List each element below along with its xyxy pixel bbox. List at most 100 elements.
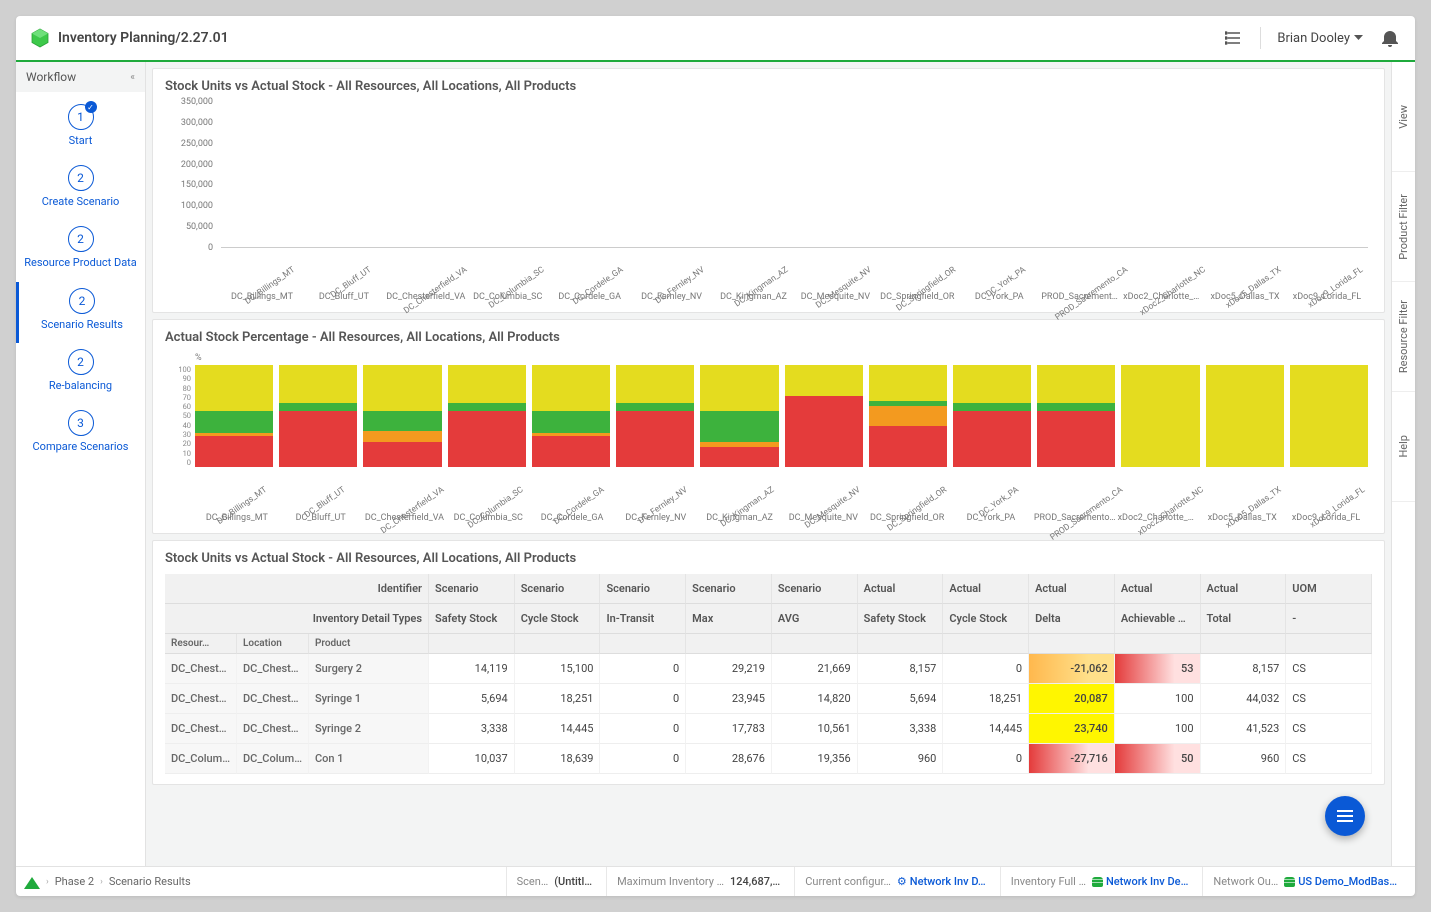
bar-group[interactable]: DC_Chesterfield_VA: [385, 102, 467, 247]
tbl-col-group[interactable]: Actual: [1029, 574, 1115, 604]
rail-help[interactable]: Help: [1392, 392, 1415, 502]
bar-group[interactable]: DC_Bluff_UT: [303, 102, 385, 247]
tbl-col-sub[interactable]: -: [1286, 604, 1372, 634]
bar-group[interactable]: xDoc2_Charlotte_NC: [1122, 102, 1204, 247]
cell-value[interactable]: 19,356: [772, 744, 858, 774]
tbl-col-group[interactable]: Scenario: [686, 574, 772, 604]
cell-value[interactable]: 0: [600, 714, 686, 744]
tbl-col-sub[interactable]: Safety Stock: [429, 604, 515, 634]
bar-group[interactable]: PROD_Sacremento_CA: [1040, 102, 1122, 247]
stacked-bar[interactable]: xDoc9_Lorida_FL: [1290, 365, 1368, 467]
cell-resource[interactable]: DC_Chest…: [165, 654, 237, 684]
cell-value[interactable]: 44,032: [1201, 684, 1287, 714]
cell-value[interactable]: 10,561: [772, 714, 858, 744]
bar-group[interactable]: DC_Cordele_GA: [549, 102, 631, 247]
cell-value[interactable]: 23,740: [1029, 714, 1115, 744]
stacked-bar[interactable]: PROD_Sacremento_CA: [1037, 365, 1115, 467]
tbl-col-group[interactable]: Actual: [1115, 574, 1201, 604]
cell-value[interactable]: 960: [858, 744, 944, 774]
list-view-icon[interactable]: [1222, 27, 1244, 49]
bar-group[interactable]: xDoc9_Lorida_FL: [1286, 102, 1368, 247]
cell-product[interactable]: Syringe 2: [309, 714, 429, 744]
cell-location[interactable]: DC_Chest…: [237, 714, 309, 744]
cell-value[interactable]: 8,157: [1201, 654, 1287, 684]
cell-value[interactable]: 53: [1115, 654, 1201, 684]
bar-group[interactable]: DC_Kingman_AZ: [713, 102, 795, 247]
bar-group[interactable]: xDoc5_Dallas_TX: [1204, 102, 1286, 247]
cell-resource[interactable]: DC_Chest…: [165, 684, 237, 714]
cell-value[interactable]: CS: [1286, 654, 1372, 684]
bell-icon[interactable]: [1379, 27, 1401, 49]
cell-value[interactable]: 18,639: [515, 744, 601, 774]
bar-group[interactable]: DC_York_PA: [958, 102, 1040, 247]
cell-value[interactable]: 0: [943, 744, 1029, 774]
cell-value[interactable]: 0: [600, 684, 686, 714]
stacked-bar[interactable]: DC_Springfield_OR: [869, 365, 947, 467]
workflow-step-compare-scenarios[interactable]: 3Compare Scenarios: [16, 404, 145, 465]
cell-value[interactable]: 0: [943, 654, 1029, 684]
cell-value[interactable]: 14,445: [943, 714, 1029, 744]
cell-product[interactable]: Syringe 1: [309, 684, 429, 714]
tbl-col-group[interactable]: Scenario: [600, 574, 686, 604]
cell-value[interactable]: 0: [600, 654, 686, 684]
workflow-step-resource-product-data[interactable]: 2Resource Product Data: [16, 220, 145, 281]
tbl-col-sub[interactable]: Achievable …: [1115, 604, 1201, 634]
tbl-col-group[interactable]: Scenario: [515, 574, 601, 604]
status-netout-link[interactable]: US Demo_ModBas…: [1284, 875, 1397, 888]
tbl-col-group[interactable]: Actual: [858, 574, 944, 604]
bar-group[interactable]: DC_Mesquite_NV: [794, 102, 876, 247]
collapse-sidebar-icon[interactable]: «: [130, 72, 135, 83]
cell-value[interactable]: 18,251: [515, 684, 601, 714]
cell-location[interactable]: DC_Chest…: [237, 654, 309, 684]
tbl-col-sub[interactable]: Delta: [1029, 604, 1115, 634]
cell-value[interactable]: -21,062: [1029, 654, 1115, 684]
tbl-col-group[interactable]: Actual: [1201, 574, 1287, 604]
cell-value[interactable]: 100: [1115, 714, 1201, 744]
stacked-bar[interactable]: DC_Fernley_NV: [616, 365, 694, 467]
cell-value[interactable]: 41,523: [1201, 714, 1287, 744]
cell-value[interactable]: 15,100: [515, 654, 601, 684]
rail-resource-filter[interactable]: Resource Filter: [1392, 282, 1415, 392]
stacked-bar[interactable]: DC_Billings_MT: [195, 365, 273, 467]
cell-value[interactable]: 21,669: [772, 654, 858, 684]
stacked-bar[interactable]: DC_York_PA: [953, 365, 1031, 467]
bar-group[interactable]: DC_Fernley_NV: [631, 102, 713, 247]
cell-value[interactable]: CS: [1286, 714, 1372, 744]
cell-product[interactable]: Surgery 2: [309, 654, 429, 684]
tbl-col-sub[interactable]: AVG: [772, 604, 858, 634]
bar-group[interactable]: DC_Columbia_SC: [467, 102, 549, 247]
tbl-rowdim[interactable]: Product: [309, 634, 429, 654]
cell-value[interactable]: 23,945: [686, 684, 772, 714]
tbl-col-group[interactable]: Scenario: [429, 574, 515, 604]
breadcrumb-item[interactable]: Phase 2: [55, 875, 94, 888]
tbl-col-group[interactable]: Scenario: [772, 574, 858, 604]
tbl-rowdim[interactable]: Location: [237, 634, 309, 654]
tbl-col-sub[interactable]: Total: [1201, 604, 1287, 634]
tbl-col-sub[interactable]: Max: [686, 604, 772, 634]
cell-value[interactable]: 28,676: [686, 744, 772, 774]
workflow-step-start[interactable]: 1✓Start: [16, 98, 145, 159]
status-invfull-link[interactable]: Network Inv De…: [1092, 875, 1188, 888]
cell-value[interactable]: 10,037: [429, 744, 515, 774]
cell-resource[interactable]: DC_Colum…: [165, 744, 237, 774]
stacked-bar[interactable]: DC_Columbia_SC: [448, 365, 526, 467]
stacked-bar[interactable]: xDoc5_Dallas_TX: [1206, 365, 1284, 467]
cell-value[interactable]: 20,087: [1029, 684, 1115, 714]
user-menu[interactable]: Brian Dooley: [1277, 31, 1363, 46]
cell-value[interactable]: 960: [1201, 744, 1287, 774]
breadcrumb-item[interactable]: Scenario Results: [109, 875, 191, 888]
bar-group[interactable]: DC_Billings_MT: [221, 102, 303, 247]
stacked-bar[interactable]: DC_Kingman_AZ: [700, 365, 778, 467]
cell-value[interactable]: 14,820: [772, 684, 858, 714]
cell-value[interactable]: 50: [1115, 744, 1201, 774]
fab-menu-button[interactable]: [1325, 796, 1365, 836]
rail-view[interactable]: View: [1392, 62, 1415, 172]
tbl-col-group[interactable]: UOM: [1286, 574, 1372, 604]
stacked-bar[interactable]: DC_Bluff_UT: [279, 365, 357, 467]
cell-value[interactable]: 3,338: [858, 714, 944, 744]
stacked-bar[interactable]: xDoc2_Charlotte_NC: [1121, 365, 1199, 467]
cell-location[interactable]: DC_Chest…: [237, 684, 309, 714]
workflow-step-re-balancing[interactable]: 2Re-balancing: [16, 343, 145, 404]
tbl-col-group[interactable]: Actual: [943, 574, 1029, 604]
tbl-col-sub[interactable]: In-Transit: [600, 604, 686, 634]
